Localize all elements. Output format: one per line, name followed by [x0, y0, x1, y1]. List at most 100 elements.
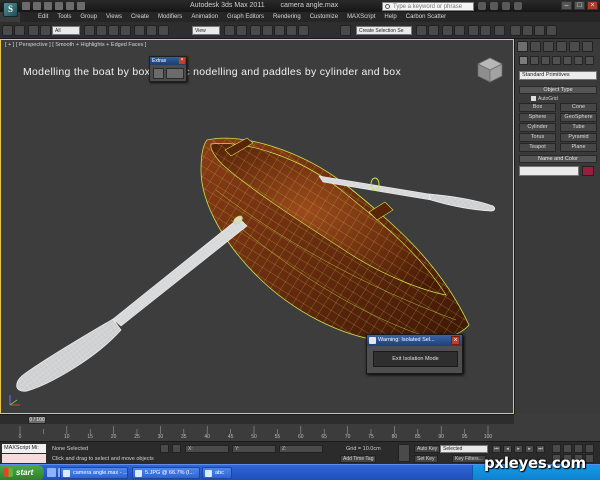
name-and-color-rollout[interactable]: Name and Color [519, 155, 597, 163]
communication-center-icon[interactable] [490, 2, 498, 10]
app-logo-icon[interactable]: S [3, 2, 18, 17]
x-coordinate-field[interactable]: X: [185, 445, 229, 453]
favorites-icon[interactable] [502, 2, 510, 10]
create-pyramid-button[interactable]: Pyramid [560, 133, 597, 142]
extras-close-button[interactable]: × [179, 58, 185, 64]
cameras-icon[interactable] [552, 56, 561, 65]
set-key-big-icon[interactable] [398, 444, 410, 462]
ie-icon[interactable] [47, 468, 56, 477]
create-teapot-button[interactable]: Teapot [519, 143, 556, 152]
extras-toolbar[interactable]: Extras × [149, 56, 187, 82]
utilities-tab-icon[interactable] [582, 41, 593, 52]
zoom-extents-icon[interactable] [574, 444, 583, 453]
play-icon[interactable]: ▸ [514, 445, 523, 453]
minimize-button[interactable]: – [561, 1, 572, 10]
create-tab-icon[interactable] [517, 41, 528, 52]
use-pivot-icon[interactable] [224, 25, 235, 36]
menu-tools[interactable]: Tools [57, 14, 71, 20]
zoom-icon[interactable] [552, 444, 561, 453]
left-paddle[interactable] [16, 214, 248, 392]
motion-tab-icon[interactable] [556, 41, 567, 52]
create-sphere-button[interactable]: Sphere [519, 113, 556, 122]
percent-snap-icon[interactable] [286, 25, 297, 36]
y-coordinate-field[interactable]: Y: [232, 445, 276, 453]
schematic-view-icon[interactable] [480, 25, 491, 36]
graphite-ribbon-icon[interactable] [454, 25, 465, 36]
systems-icon[interactable] [585, 56, 594, 65]
undo-icon[interactable] [2, 25, 13, 36]
activeshade-icon[interactable] [546, 25, 557, 36]
align-icon[interactable] [428, 25, 439, 36]
menu-animation[interactable]: Animation [191, 14, 218, 20]
select-link-icon[interactable] [28, 25, 39, 36]
lights-icon[interactable] [541, 56, 550, 65]
taskbar-button[interactable]: 5.JPG @ 66.7% (I... [132, 467, 200, 479]
menu-customize[interactable]: Customize [310, 14, 338, 20]
menu-create[interactable]: Create [131, 14, 149, 20]
create-cone-button[interactable]: Cone [560, 103, 597, 112]
keyboard-shortcut-override-icon[interactable] [153, 68, 164, 79]
save-icon[interactable] [44, 2, 52, 10]
go-to-start-icon[interactable]: ⏮ [492, 445, 501, 453]
time-slider-thumb[interactable]: 0 / 100 [28, 416, 46, 424]
help-icon[interactable] [514, 2, 522, 10]
menu-maxscript[interactable]: MAXScript [347, 14, 375, 20]
autogrid-checkbox[interactable]: AutoGrid [531, 96, 558, 102]
maximize-button[interactable]: □ [574, 1, 585, 10]
search-input[interactable]: Type a keyword or phrase [382, 2, 474, 11]
boat-hull[interactable] [200, 137, 470, 344]
snaps-toggle-icon[interactable] [262, 25, 273, 36]
create-torus-button[interactable]: Torus [519, 133, 556, 142]
menu-modifiers[interactable]: Modifiers [158, 14, 182, 20]
redo-icon[interactable] [66, 2, 74, 10]
create-box-button[interactable]: Box [519, 103, 556, 112]
key-mode-dropdown[interactable]: Selected [440, 445, 488, 453]
mirror-icon[interactable] [416, 25, 427, 36]
modify-tab-icon[interactable] [530, 41, 541, 52]
space-warps-icon[interactable] [574, 56, 583, 65]
keyboard-shortcut-icon[interactable] [250, 25, 261, 36]
reference-coordinate-dropdown[interactable]: View [192, 26, 220, 35]
move-icon[interactable] [134, 25, 145, 36]
maxscript-output[interactable] [2, 454, 46, 463]
absolute-mode-icon[interactable] [172, 444, 181, 453]
spinner-snap-icon[interactable] [298, 25, 309, 36]
named-selection-dropdown[interactable]: Create Selection Se [356, 26, 412, 35]
rotate-icon[interactable] [146, 25, 157, 36]
scale-icon[interactable] [158, 25, 169, 36]
shapes-icon[interactable] [530, 56, 539, 65]
window-crossing-icon[interactable] [120, 25, 131, 36]
go-to-end-icon[interactable]: ⏭ [536, 445, 545, 453]
object-name-field[interactable] [519, 166, 579, 176]
rendered-frame-icon[interactable] [522, 25, 533, 36]
layer-manager-icon[interactable] [442, 25, 453, 36]
unlink-icon[interactable] [40, 25, 51, 36]
hierarchy-tab-icon[interactable] [543, 41, 554, 52]
render-setup-icon[interactable] [510, 25, 521, 36]
menu-help[interactable]: Help [384, 14, 396, 20]
lock-selection-icon[interactable] [160, 444, 169, 453]
angle-snap-icon[interactable] [274, 25, 285, 36]
exit-isolation-mode-button[interactable]: Exit Isolation Mode [373, 351, 458, 367]
z-coordinate-field[interactable]: Z: [279, 445, 323, 453]
set-key-button[interactable]: Set Key [414, 455, 438, 463]
auto-key-button[interactable]: Auto Key [414, 445, 441, 453]
object-type-rollout[interactable]: Object Type [519, 86, 597, 94]
create-plane-button[interactable]: Plane [560, 143, 597, 152]
rectangle-selection-icon[interactable] [108, 25, 119, 36]
undo-icon[interactable] [55, 2, 63, 10]
menu-group[interactable]: Group [80, 14, 97, 20]
taskbar-button[interactable]: camera angle.max - ... [60, 467, 128, 479]
maximize-viewport-icon[interactable] [585, 454, 594, 463]
new-file-icon[interactable] [22, 2, 30, 10]
menu-carbon-scatter[interactable]: Carbon Scatter [406, 14, 446, 20]
create-cylinder-button[interactable]: Cylinder [519, 123, 556, 132]
redo-icon[interactable] [14, 25, 25, 36]
time-slider[interactable]: 0 / 100 [0, 414, 514, 424]
curve-editor-icon[interactable] [468, 25, 479, 36]
primitive-type-dropdown[interactable]: Standard Primitives [519, 71, 597, 80]
close-button[interactable]: × [587, 1, 598, 10]
geometry-icon[interactable] [519, 56, 528, 65]
display-tab-icon[interactable] [569, 41, 580, 52]
helpers-icon[interactable] [563, 56, 572, 65]
